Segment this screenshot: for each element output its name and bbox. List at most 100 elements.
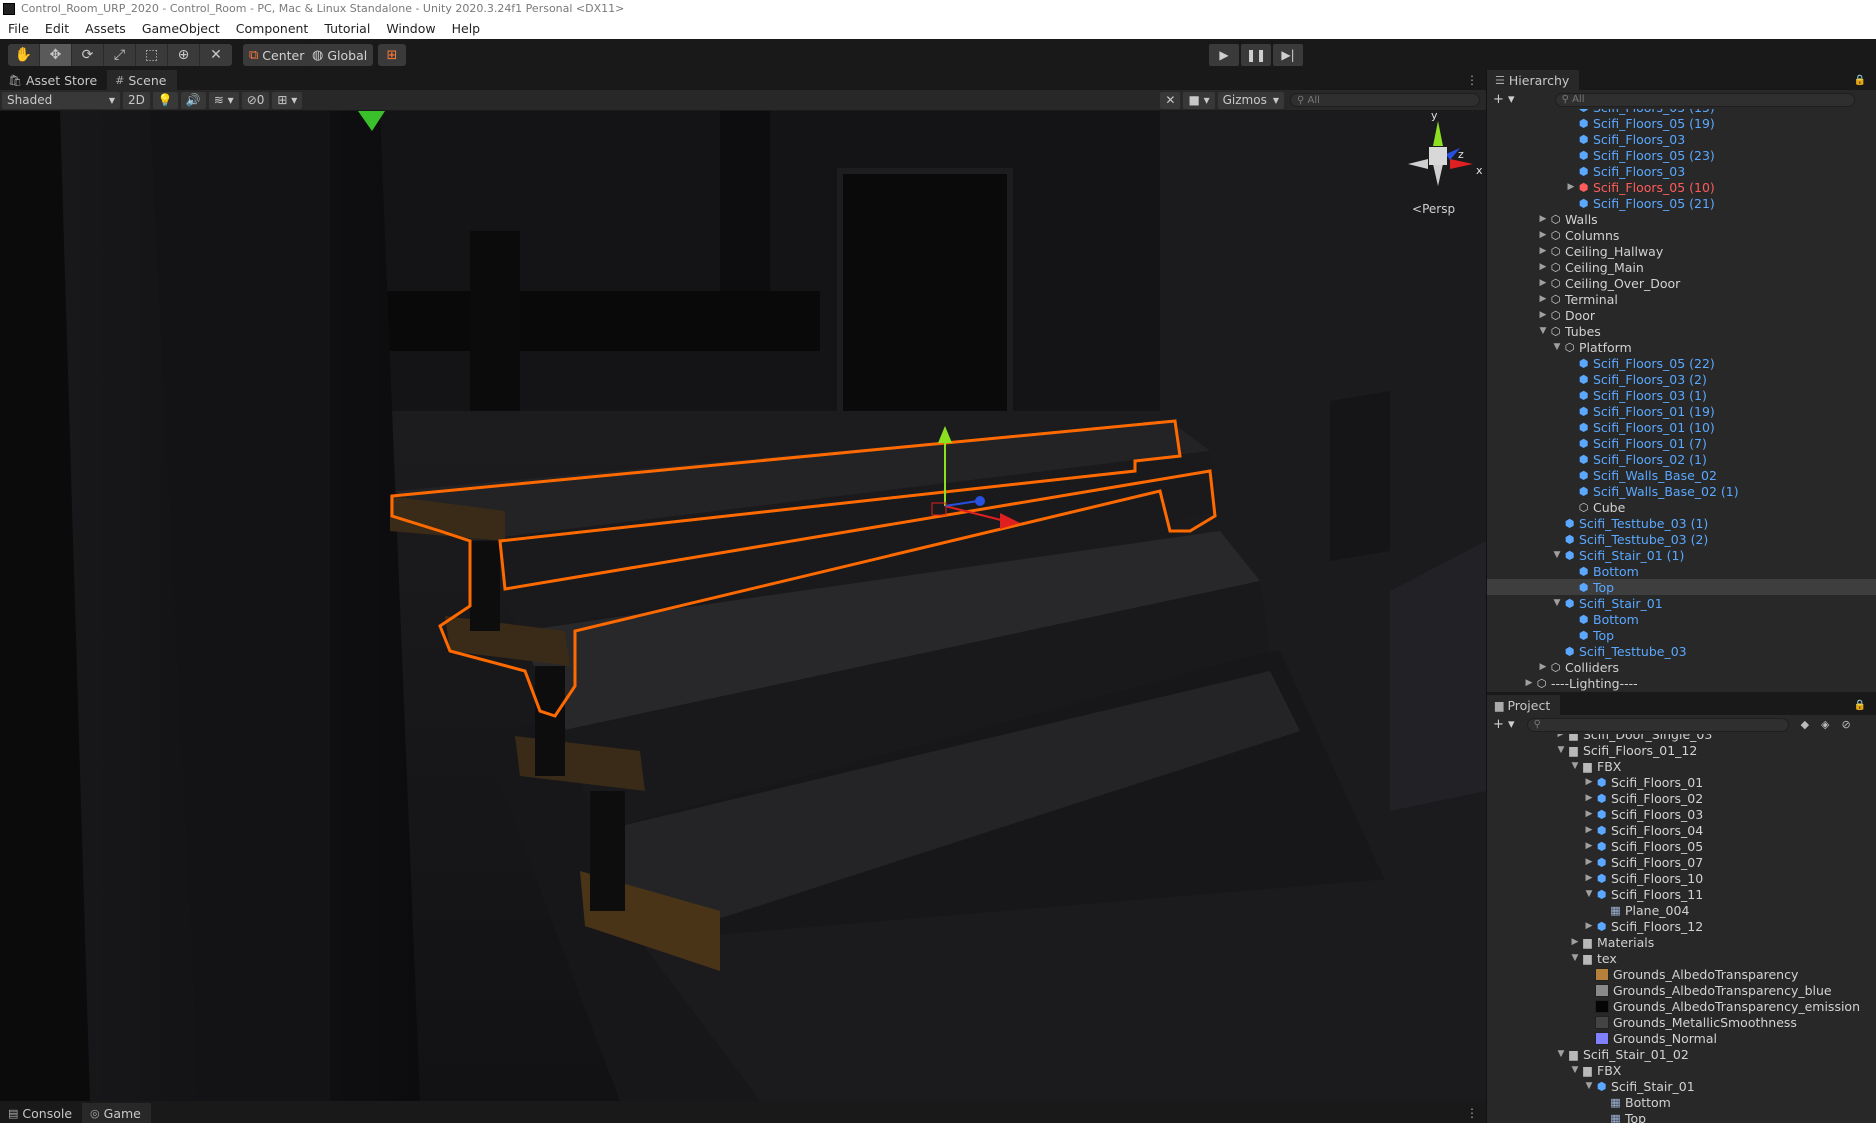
collapse-arrow-icon[interactable]: ▼	[1551, 550, 1563, 560]
project-row[interactable]: ▼ ▆ tex	[1487, 950, 1876, 966]
hierarchy-row[interactable]: ▶ ⬡ Ceiling_Main	[1487, 259, 1876, 275]
project-row[interactable]: ▼ ▆ FBX	[1487, 758, 1876, 774]
hierarchy-row[interactable]: ▶ ⬡ Ceiling_Hallway	[1487, 243, 1876, 259]
panel-menu-icon[interactable]: ⋮	[1466, 1103, 1478, 1123]
menu-edit[interactable]: Edit	[37, 21, 77, 36]
hierarchy-row[interactable]: ▼ ⬡ Platform	[1487, 339, 1876, 355]
hierarchy-row[interactable]: ▼ ⬢ Scifi_Stair_01 (1)	[1487, 547, 1876, 563]
expand-arrow-icon[interactable]: ▶	[1583, 841, 1595, 851]
project-row[interactable]: ▶ ⬢ Scifi_Floors_02	[1487, 790, 1876, 806]
tab-project[interactable]: ▆ Project	[1487, 695, 1561, 715]
expand-arrow-icon[interactable]: ▶	[1565, 182, 1577, 192]
collapse-arrow-icon[interactable]: ▼	[1583, 1081, 1595, 1091]
expand-arrow-icon[interactable]: ▶	[1583, 825, 1595, 835]
expand-arrow-icon[interactable]: ▶	[1583, 873, 1595, 883]
menu-component[interactable]: Component	[228, 21, 317, 36]
hierarchy-row[interactable]: ▶ ⬡ Walls	[1487, 211, 1876, 227]
collapse-arrow-icon[interactable]: ▼	[1537, 326, 1549, 336]
collapse-arrow-icon[interactable]: ▼	[1569, 761, 1581, 771]
hierarchy-row[interactable]: ▼ ⬡ Tubes	[1487, 323, 1876, 339]
hidden-packages-icon[interactable]: ⊘	[1842, 718, 1851, 731]
space-global-button[interactable]: ◍ Global	[306, 44, 374, 66]
project-row[interactable]: ▦ Bottom	[1487, 1094, 1876, 1110]
lock-icon[interactable]: 🔒	[1466, 111, 1478, 112]
hidden-objects-toggle[interactable]: ⊘ 0	[241, 91, 270, 109]
expand-arrow-icon[interactable]: ▶	[1569, 937, 1581, 947]
hierarchy-row[interactable]: ⬡ Cube	[1487, 499, 1876, 515]
expand-arrow-icon[interactable]: ▶	[1537, 294, 1549, 304]
expand-arrow-icon[interactable]: ▶	[1537, 230, 1549, 240]
project-row[interactable]: ▼ ▆ Scifi_Floors_01_12	[1487, 742, 1876, 758]
hierarchy-row[interactable]: ⬢ Scifi_Floors_01 (10)	[1487, 419, 1876, 435]
project-row[interactable]: Grounds_AlbedoTransparency_emission	[1487, 998, 1876, 1014]
grid-toggle-icon[interactable]: ⊞ ▾	[272, 91, 303, 109]
custom-tool-icon[interactable]: ✕	[200, 44, 232, 66]
scale-tool-icon[interactable]: ⤢	[104, 44, 136, 66]
tab-console[interactable]: ▤ Console	[0, 1103, 82, 1123]
lock-icon[interactable]: 🔒	[1854, 695, 1866, 715]
lock-icon[interactable]: 🔒	[1854, 70, 1866, 90]
project-row[interactable]: ▶ ▆ Scifi_Door_Single_03	[1487, 734, 1876, 742]
filter-label-icon[interactable]: ◈	[1821, 718, 1829, 731]
gizmos-dropdown[interactable]: Gizmos ▼	[1217, 91, 1284, 109]
expand-arrow-icon[interactable]: ▶	[1583, 857, 1595, 867]
menu-window[interactable]: Window	[378, 21, 443, 36]
hierarchy-row[interactable]: ⬢ Bottom	[1487, 563, 1876, 579]
expand-arrow-icon[interactable]: ▶	[1537, 310, 1549, 320]
project-row[interactable]: ▶ ⬢ Scifi_Floors_12	[1487, 918, 1876, 934]
project-row[interactable]: ▦ Top	[1487, 1110, 1876, 1123]
hierarchy-row[interactable]: ⬢ Bottom	[1487, 611, 1876, 627]
hierarchy-row[interactable]: ⬢ Scifi_Floors_01 (7)	[1487, 435, 1876, 451]
collapse-arrow-icon[interactable]: ▼	[1569, 1065, 1581, 1075]
tab-asset-store[interactable]: 🛍 Asset Store	[0, 70, 107, 90]
hierarchy-row[interactable]: ⬢ Scifi_Floors_05 (19)	[1487, 115, 1876, 131]
shading-mode-dropdown[interactable]: Shaded ▼	[2, 91, 120, 109]
project-search-input[interactable]: ⚲	[1526, 717, 1789, 732]
hierarchy-row[interactable]: ⬢ Scifi_Floors_03	[1487, 131, 1876, 147]
toggle-2d-button[interactable]: 2D	[123, 91, 150, 109]
projection-toggle[interactable]: <Persp	[1412, 202, 1455, 216]
hierarchy-row[interactable]: ▶ ⬡ Terminal	[1487, 291, 1876, 307]
camera-icon[interactable]: ■ ▾	[1183, 91, 1215, 109]
collapse-arrow-icon[interactable]: ▼	[1583, 889, 1595, 899]
pivot-center-button[interactable]: ⧉ Center	[243, 44, 311, 66]
menu-tutorial[interactable]: Tutorial	[316, 21, 378, 36]
project-row[interactable]: ▶ ⬢ Scifi_Floors_07	[1487, 854, 1876, 870]
hierarchy-row[interactable]: ⬢ Top	[1487, 627, 1876, 643]
hierarchy-row[interactable]: ⬢ Scifi_Walls_Base_02 (1)	[1487, 483, 1876, 499]
collapse-arrow-icon[interactable]: ▼	[1555, 745, 1567, 755]
expand-arrow-icon[interactable]: ▶	[1537, 662, 1549, 672]
hierarchy-row[interactable]: ⬢ Scifi_Floors_05 (23)	[1487, 147, 1876, 163]
expand-arrow-icon[interactable]: ▶	[1555, 734, 1567, 739]
project-row[interactable]: ▶ ⬢ Scifi_Floors_10	[1487, 870, 1876, 886]
project-row[interactable]: ▶ ⬢ Scifi_Floors_04	[1487, 822, 1876, 838]
collapse-arrow-icon[interactable]: ▼	[1555, 1049, 1567, 1059]
audio-toggle-icon[interactable]: 🔊	[180, 91, 206, 109]
hierarchy-search-input[interactable]: ⚲ All	[1554, 92, 1855, 107]
rect-tool-icon[interactable]: ⬚	[136, 44, 168, 66]
hierarchy-row[interactable]: ▶ ⬡ Ceiling_Over_Door	[1487, 275, 1876, 291]
project-row[interactable]: ▼ ▆ Scifi_Stair_01_02	[1487, 1046, 1876, 1062]
project-row[interactable]: ▼ ⬢ Scifi_Floors_11	[1487, 886, 1876, 902]
transform-tool-icon[interactable]: ⊕	[168, 44, 200, 66]
tab-hierarchy[interactable]: ☰ Hierarchy	[1487, 70, 1580, 90]
hierarchy-row[interactable]: ⬢ Scifi_Floors_05 (21)	[1487, 195, 1876, 211]
hierarchy-row[interactable]: ⬢ Scifi_Testtube_03 (2)	[1487, 531, 1876, 547]
hierarchy-row[interactable]: ▶ ⬡ Columns	[1487, 227, 1876, 243]
hierarchy-row[interactable]: ⬢ Scifi_Floors_03 (2)	[1487, 371, 1876, 387]
hierarchy-row[interactable]: ⬢ Scifi_Floors_02 (1)	[1487, 451, 1876, 467]
add-object-button[interactable]: + ▾	[1493, 92, 1515, 107]
pause-button[interactable]: ❚❚	[1241, 44, 1271, 66]
hierarchy-row[interactable]: ▶ ⬡ Colliders	[1487, 659, 1876, 675]
collapse-arrow-icon[interactable]: ▼	[1551, 342, 1563, 352]
project-row[interactable]: ▶ ⬢ Scifi_Floors_01	[1487, 774, 1876, 790]
lighting-toggle-icon[interactable]: 💡	[152, 91, 178, 109]
tab-game[interactable]: ◎ Game	[82, 1103, 151, 1123]
hand-tool-icon[interactable]: ✋	[8, 44, 40, 66]
hierarchy-row[interactable]: ⬢ Top	[1487, 579, 1876, 595]
project-row[interactable]: ▶ ⬢ Scifi_Floors_03	[1487, 806, 1876, 822]
menu-help[interactable]: Help	[444, 21, 489, 36]
hierarchy-row[interactable]: ⬢ Scifi_Floors_01 (19)	[1487, 403, 1876, 419]
expand-arrow-icon[interactable]: ▶	[1537, 246, 1549, 256]
hierarchy-row[interactable]: ⬢ Scifi_Floors_03	[1487, 163, 1876, 179]
